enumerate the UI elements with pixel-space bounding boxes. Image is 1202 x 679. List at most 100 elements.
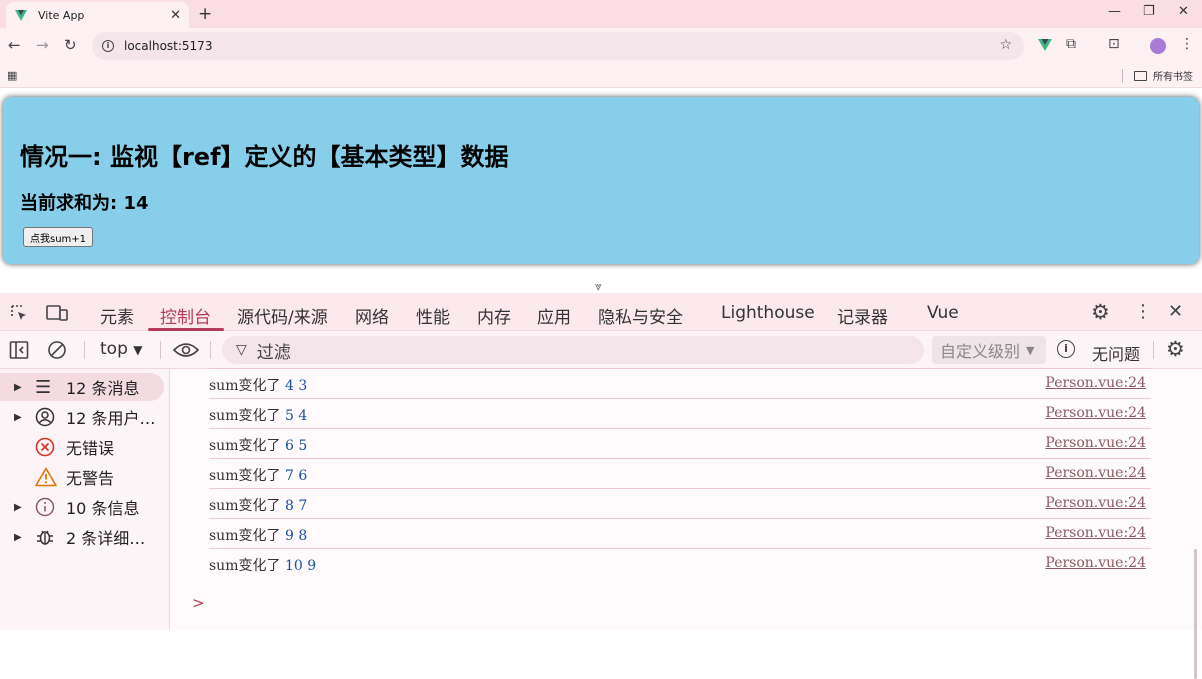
page-viewport: 情况一: 监视【ref】定义的【基本类型】数据 当前求和为: 14 点我sum+… <box>0 89 1202 293</box>
site-info-icon[interactable]: i <box>102 40 114 52</box>
folder-icon <box>1134 70 1147 81</box>
bookmarks-divider <box>1122 69 1123 83</box>
browser-menu-icon[interactable]: ⋮ <box>1180 36 1194 52</box>
log-source-link[interactable]: Person.vue:24 <box>1045 465 1146 481</box>
sidebar-item-label: 12 条消息 <box>66 379 140 398</box>
back-icon[interactable]: ← <box>8 36 21 54</box>
increment-sum-button[interactable]: 点我sum+1 <box>23 227 94 247</box>
tab-search-icon[interactable]: ⊡ <box>1108 36 1120 52</box>
warning-icon <box>35 467 57 487</box>
all-bookmarks-folder[interactable]: 所有书签 <box>1134 68 1193 83</box>
sidebar-item-messages[interactable]: ▶ ☰ 12 条消息 <box>0 373 164 401</box>
context-value: top <box>100 339 128 359</box>
tab-network[interactable]: 网络 <box>355 303 389 328</box>
bookmarks-bar: ▦ 所有书签 <box>0 64 1202 88</box>
sum-display: 当前求和为: 14 <box>20 193 149 214</box>
filter-placeholder: 过滤 <box>256 342 291 363</box>
console-log-row: sum变化了 7 6 Person.vue:24 <box>209 459 1151 489</box>
device-toolbar-icon[interactable] <box>46 304 68 322</box>
console-scrollbar[interactable] <box>1194 549 1197 679</box>
tab-console[interactable]: 控制台 <box>160 303 211 328</box>
sidebar-toggle-icon[interactable] <box>9 340 29 360</box>
tab-strip: Vite App ✕ + — ❐ ✕ <box>0 0 1202 28</box>
clear-console-icon[interactable] <box>47 340 67 360</box>
user-icon <box>35 407 55 427</box>
expand-arrow-icon[interactable]: ▶ <box>14 502 22 513</box>
sidebar-item-warnings[interactable]: 无警告 <box>0 463 168 491</box>
console-toolbar: top ▼ ▽ 过滤 自定义级别 ▼ i 无问题 ⚙ <box>0 331 1202 369</box>
tab-sources[interactable]: 源代码/来源 <box>237 303 328 328</box>
log-message: sum变化了 10 9 <box>209 558 317 574</box>
console-prompt-icon[interactable]: > <box>192 594 205 612</box>
dropdown-arrow-icon: ▼ <box>133 343 143 357</box>
sidebar-item-errors[interactable]: 无错误 <box>0 433 168 461</box>
profile-avatar[interactable] <box>1150 38 1166 54</box>
new-tab-button[interactable]: + <box>198 4 212 24</box>
tab-close-icon[interactable]: ✕ <box>170 8 181 23</box>
sidebar-item-label: 12 条用户… <box>66 409 156 428</box>
url-text: localhost:5173 <box>124 39 213 53</box>
browser-toolbar: ← → ↻ i localhost:5173 ☆ ⧉ ⊡ ⋮ <box>0 28 1202 64</box>
address-bar[interactable]: i localhost:5173 ☆ <box>92 32 1024 60</box>
sidebar-item-verbose[interactable]: ▶ 2 条详细… <box>0 523 168 551</box>
log-level-selector[interactable]: 自定义级别 ▼ <box>932 336 1046 364</box>
extensions-puzzle-icon[interactable]: ⧉ <box>1066 36 1076 52</box>
log-message: sum变化了 5 4 <box>209 408 308 424</box>
tab-elements[interactable]: 元素 <box>100 303 134 328</box>
devtools-panel: 元素 控制台 源代码/来源 网络 性能 内存 应用 隐私与安全 Lighthou… <box>0 293 1202 679</box>
tab-title: Vite App <box>38 8 85 22</box>
toolbar-divider <box>1153 341 1154 359</box>
inspect-element-icon[interactable] <box>10 304 28 322</box>
context-selector[interactable]: top ▼ <box>100 339 143 359</box>
expand-arrow-icon[interactable]: ▶ <box>14 382 22 393</box>
console-filter-input[interactable]: ▽ 过滤 <box>222 336 924 364</box>
tab-lighthouse[interactable]: Lighthouse <box>721 303 815 323</box>
console-sidebar: ▶ ☰ 12 条消息 ▶ 12 条用户… 无错误 无警告 ▶ 10 条信息 ▶ … <box>0 369 170 630</box>
tab-vue[interactable]: Vue <box>927 303 959 323</box>
log-source-link[interactable]: Person.vue:24 <box>1045 405 1146 421</box>
info-icon <box>35 497 55 517</box>
sidebar-item-label: 10 条信息 <box>66 499 140 518</box>
log-message: sum变化了 4 3 <box>209 378 308 394</box>
issues-count[interactable]: 无问题 <box>1092 341 1140 365</box>
tab-recorder[interactable]: 记录器 <box>837 303 888 328</box>
sidebar-item-label: 无警告 <box>66 469 115 488</box>
sidebar-item-info[interactable]: ▶ 10 条信息 <box>0 493 168 521</box>
tab-memory[interactable]: 内存 <box>477 303 511 328</box>
devtools-close-icon[interactable]: ✕ <box>1168 301 1183 322</box>
log-message: sum变化了 6 5 <box>209 438 308 454</box>
devtools-resize-handle-icon[interactable]: ⩔ <box>595 279 602 294</box>
forward-icon[interactable]: → <box>36 36 49 54</box>
toolbar-divider <box>210 341 211 359</box>
minimize-icon[interactable]: — <box>1108 4 1121 19</box>
person-card: 情况一: 监视【ref】定义的【基本类型】数据 当前求和为: 14 点我sum+… <box>3 97 1199 264</box>
reload-icon[interactable]: ↻ <box>64 36 77 54</box>
expand-arrow-icon[interactable]: ▶ <box>14 532 22 543</box>
sidebar-item-user-messages[interactable]: ▶ 12 条用户… <box>0 403 168 431</box>
vite-favicon-icon <box>15 10 27 21</box>
page-heading: 情况一: 监视【ref】定义的【基本类型】数据 <box>20 143 509 171</box>
log-source-link[interactable]: Person.vue:24 <box>1045 375 1146 391</box>
log-message: sum变化了 7 6 <box>209 468 308 484</box>
log-source-link[interactable]: Person.vue:24 <box>1045 555 1146 571</box>
browser-tab[interactable]: Vite App ✕ <box>6 2 189 28</box>
tab-performance[interactable]: 性能 <box>416 303 450 328</box>
log-source-link[interactable]: Person.vue:24 <box>1045 495 1146 511</box>
issues-info-icon[interactable]: i <box>1057 340 1075 358</box>
apps-grid-icon[interactable]: ▦ <box>7 69 17 82</box>
console-settings-gear-icon[interactable]: ⚙ <box>1166 337 1185 361</box>
live-expression-eye-icon[interactable] <box>173 341 199 359</box>
list-icon: ☰ <box>35 376 52 398</box>
restore-icon[interactable]: ❐ <box>1143 4 1155 19</box>
bookmark-folder-label: 所有书签 <box>1153 72 1193 83</box>
log-source-link[interactable]: Person.vue:24 <box>1045 435 1146 451</box>
devtools-more-icon[interactable]: ⋮ <box>1134 301 1152 322</box>
log-source-link[interactable]: Person.vue:24 <box>1045 525 1146 541</box>
tab-privacy-security[interactable]: 隐私与安全 <box>598 303 683 328</box>
settings-gear-icon[interactable]: ⚙ <box>1091 300 1110 324</box>
vue-devtools-extension-icon[interactable] <box>1038 39 1052 51</box>
tab-application[interactable]: 应用 <box>537 303 571 328</box>
bookmark-star-icon[interactable]: ☆ <box>999 37 1012 53</box>
window-close-icon[interactable]: ✕ <box>1178 4 1189 19</box>
expand-arrow-icon[interactable]: ▶ <box>14 412 22 423</box>
